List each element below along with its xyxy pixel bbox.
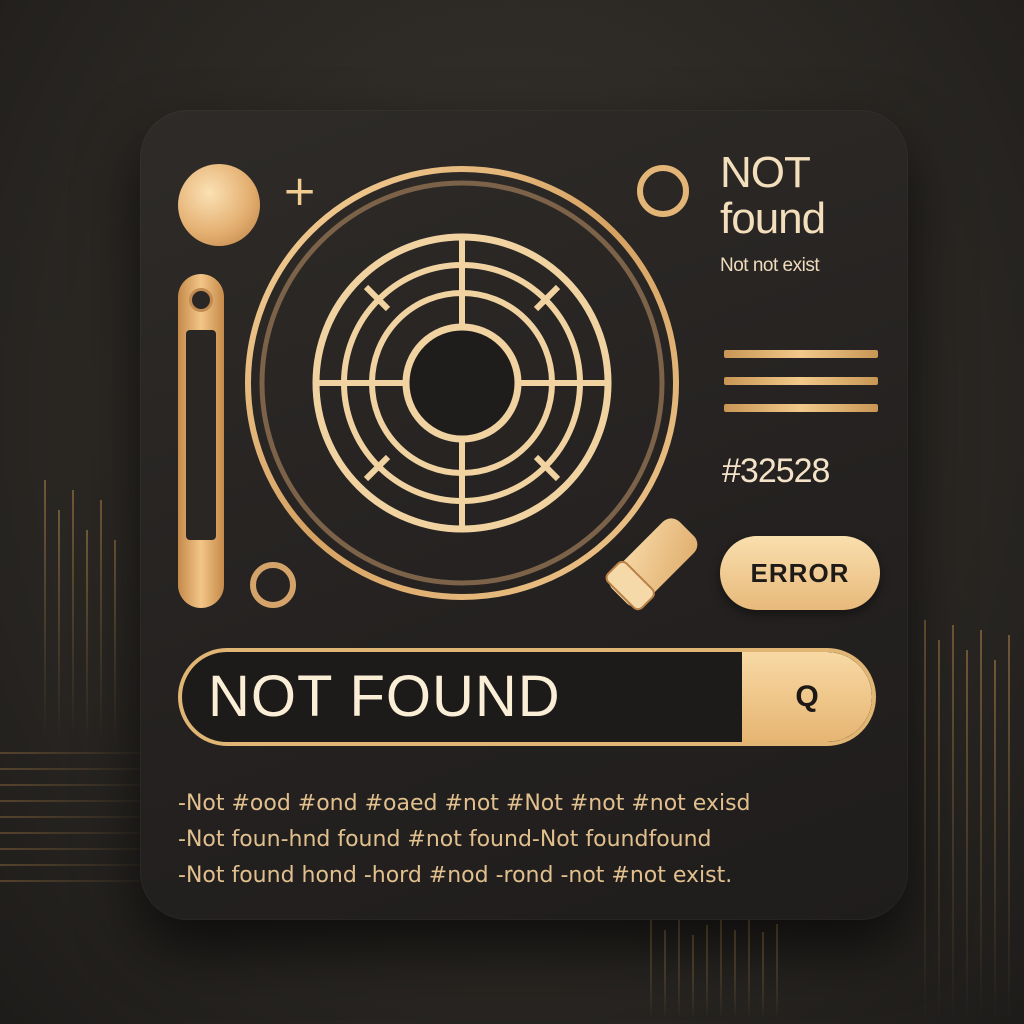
- title-line-2: found: [720, 194, 826, 243]
- title-line-1: NOT: [720, 148, 811, 197]
- background-vertical-lines-left: [44, 480, 116, 740]
- error-line: -Not found hond -hord #nod -rond -not #n…: [178, 863, 733, 888]
- error-line: -Not #ood #ond #oaed #not #Not #not #not…: [178, 791, 751, 816]
- background-vertical-lines-right: [924, 620, 1010, 1020]
- search-button[interactable]: Q: [742, 652, 872, 742]
- slider-icon[interactable]: [178, 274, 224, 608]
- search-bar: Q: [178, 648, 876, 746]
- error-text-block: -Not #ood #ond #oaed #not #Not #not #not…: [178, 786, 888, 894]
- error-badge[interactable]: ERROR: [720, 536, 880, 610]
- error-code: #32528: [722, 452, 830, 490]
- search-input[interactable]: [182, 652, 742, 742]
- page: + NOT found Not not exist #32528 ERROR N…: [0, 0, 1024, 1024]
- page-title: NOT found: [720, 148, 826, 243]
- background-vertical-lines-bottom: [650, 920, 778, 1020]
- background-horizontal-lines: [0, 752, 140, 882]
- error-line: -Not foun-hnd found #not found-Not found…: [178, 827, 712, 852]
- menu-lines-icon[interactable]: [724, 350, 878, 431]
- slider-knob[interactable]: [189, 288, 213, 312]
- slider-track: [186, 330, 216, 540]
- magnifier-icon: [245, 166, 698, 611]
- search-icon: Q: [795, 680, 819, 713]
- page-subtitle: Not not exist: [720, 255, 820, 276]
